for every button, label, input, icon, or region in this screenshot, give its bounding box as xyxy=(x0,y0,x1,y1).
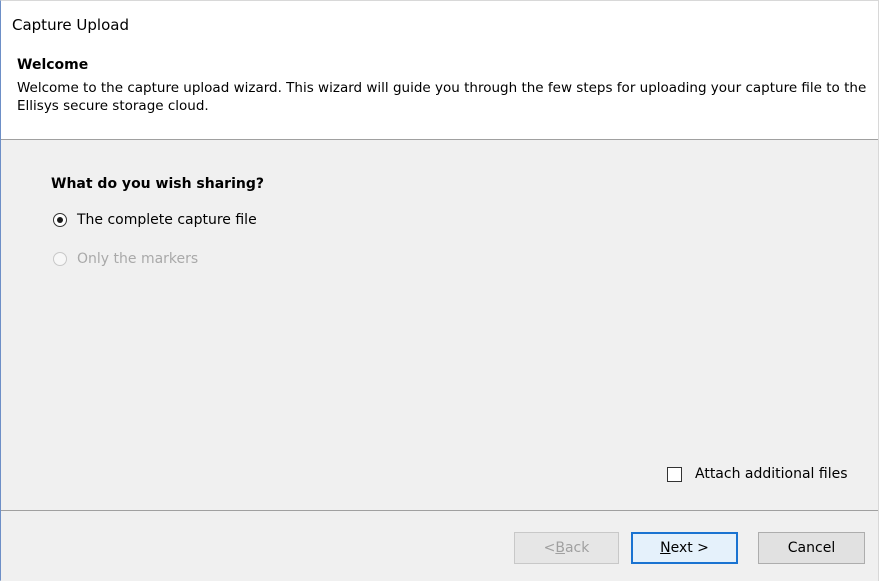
attach-files-checkbox[interactable] xyxy=(667,466,682,482)
attach-files-option[interactable]: Attach additional files xyxy=(667,466,848,482)
window-title: Capture Upload xyxy=(12,16,129,34)
wizard-footer: < Back Next > Cancel xyxy=(1,510,878,581)
capture-upload-window: Capture Upload Welcome Welcome to the ca… xyxy=(0,0,879,581)
option-only-markers: Only the markers xyxy=(53,251,198,267)
back-button: < Back xyxy=(514,532,619,564)
radio-button-disabled xyxy=(53,252,67,266)
cancel-button[interactable]: Cancel xyxy=(758,532,865,564)
page-description: Welcome to the capture upload wizard. Th… xyxy=(17,80,867,114)
next-button[interactable]: Next > xyxy=(631,532,738,564)
option-label: The complete capture file xyxy=(77,212,257,228)
option-complete-capture[interactable]: The complete capture file xyxy=(53,212,257,228)
wizard-content: What do you wish sharing? The complete c… xyxy=(1,140,878,510)
wizard-header: Welcome Welcome to the capture upload wi… xyxy=(1,41,878,140)
radio-button-selected[interactable] xyxy=(53,213,67,227)
attach-files-label: Attach additional files xyxy=(695,466,848,482)
title-bar[interactable]: Capture Upload xyxy=(1,1,878,41)
page-heading: Welcome xyxy=(17,57,89,73)
option-label: Only the markers xyxy=(77,251,199,267)
sharing-question: What do you wish sharing? xyxy=(51,176,264,192)
